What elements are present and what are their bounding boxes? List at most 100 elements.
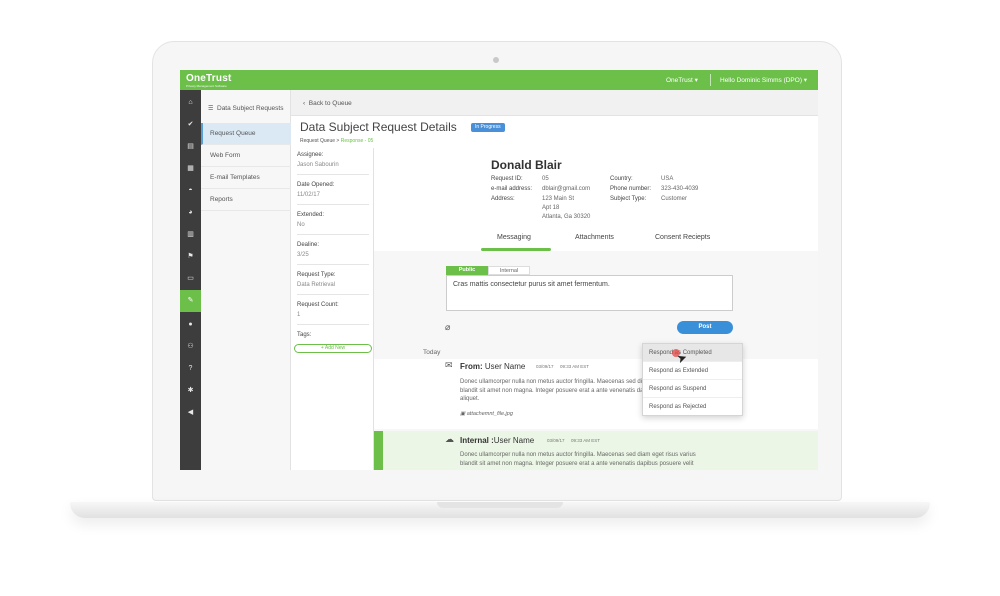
message-card: ✉ From: User Name 03/09/17 09:33 AM EST … [374, 359, 818, 429]
assignee-label: Assignee: [297, 152, 324, 158]
status-badge: In Progress [471, 123, 505, 132]
request-id-value: 05 [542, 176, 549, 182]
org-menu[interactable]: OneTrust ▾ [666, 76, 698, 84]
top-bar: OneTrust Privacy Management Software One… [180, 70, 818, 90]
request-id-label: Request ID: [491, 176, 523, 182]
paperclip-icon[interactable]: ⌀ [445, 322, 450, 333]
country-value: USA [661, 176, 674, 182]
home-icon[interactable]: ⌂ [180, 92, 201, 114]
deadline-value: 3/25 [297, 252, 309, 258]
date-opened-label: Date Opened: [297, 182, 335, 188]
flag-icon[interactable]: ⚑ [180, 246, 201, 268]
country-label: Country: [610, 176, 633, 182]
camera-dot [493, 57, 499, 63]
attachment-link[interactable]: ▣ attachemnt_file.jpg [460, 411, 513, 417]
logo-tagline: Privacy Management Software [186, 84, 227, 88]
sidebar-item-email-templates[interactable]: E-mail Templates [201, 167, 291, 189]
laptop-notch [437, 502, 563, 508]
divider [297, 264, 369, 265]
respond-rejected-option[interactable]: Respond as Rejected [643, 398, 742, 416]
help-icon[interactable]: ? [180, 358, 201, 380]
message-time: 09:33 AM EST [571, 438, 601, 443]
respond-dropdown: Respond as Completed Respond as Extended… [642, 343, 743, 416]
sidebar: ☰ Data Subject Requests Request Queue We… [201, 90, 291, 470]
sender-prefix: Internal : [460, 436, 494, 445]
extended-value: No [297, 222, 305, 228]
internal-toggle[interactable]: Internal [488, 266, 530, 275]
settings-icon[interactable]: ✱ [180, 380, 201, 402]
chat-bubble-icon: ☁ [445, 434, 454, 444]
check-icon[interactable]: ✔ [180, 114, 201, 136]
user-menu-label: Hello Dominic Simms (DPO) [720, 77, 802, 84]
request-count-label: Request Count: [297, 302, 339, 308]
internal-message-card: ☁ Internal :User Name 03/09/17 09:33 AM … [374, 431, 818, 470]
add-tag-button[interactable]: + Add New [294, 344, 372, 353]
message-time: 09:33 AM EST [560, 364, 590, 369]
sidebar-item-web-form[interactable]: Web Form [201, 145, 291, 167]
tool-icon[interactable]: ✎ [180, 290, 201, 312]
message-input[interactable]: Cras mattis consectetur purus sit amet f… [446, 275, 733, 311]
breadcrumb: Request Queue > Response - 05 [300, 138, 373, 144]
user-icon[interactable]: ● [180, 314, 201, 336]
post-button[interactable]: Post [677, 321, 733, 334]
envelope-icon: ✉ [445, 360, 453, 370]
sender-prefix: From: [460, 362, 483, 371]
subject-type-label: Subject Type: [610, 196, 647, 202]
sidebar-item-reports[interactable]: Reports [201, 189, 291, 211]
app-logo[interactable]: OneTrust [186, 73, 232, 84]
deadline-label: Dealine: [297, 242, 320, 248]
users-icon[interactable]: ⚇ [180, 336, 201, 358]
grid-icon[interactable]: ▦ [180, 158, 201, 180]
tags-label: Tags: [297, 332, 312, 338]
org-menu-label: OneTrust [666, 77, 693, 84]
breadcrumb-root[interactable]: Request Queue [300, 138, 335, 144]
message-sender: Internal :User Name [460, 436, 534, 445]
pie-chart-icon[interactable]: ◕ [180, 202, 201, 224]
tab-messaging[interactable]: Messaging [497, 234, 531, 241]
megaphone-icon[interactable]: ◀ [180, 402, 201, 424]
table-icon[interactable]: ▥ [180, 224, 201, 246]
request-details-panel: Assignee: Jason Sabourin Date Opened: 11… [291, 148, 374, 470]
chevron-left-icon: ‹ [303, 100, 306, 107]
phone-label: Phone number: [610, 186, 652, 192]
caret-down-icon: ▾ [803, 77, 808, 84]
sidebar-header: ☰ Data Subject Requests [201, 90, 291, 122]
back-label: Back to Queue [308, 100, 352, 107]
respond-suspend-option[interactable]: Respond as Suspend [643, 380, 742, 398]
message-date: 03/09/17 [536, 364, 554, 369]
sender-name: User Name [493, 436, 535, 445]
divider [297, 174, 369, 175]
active-tab-indicator [481, 248, 551, 251]
back-to-queue-link[interactable]: ‹ Back to Queue [303, 100, 352, 107]
breadcrumb-separator: > [336, 138, 340, 144]
public-toggle[interactable]: Public [446, 266, 488, 275]
gauge-icon[interactable]: ◓ [180, 180, 201, 202]
sender-name: User Name [484, 362, 526, 371]
assignee-value[interactable]: Jason Sabourin [297, 162, 339, 168]
folder-icon[interactable]: ▭ [180, 268, 201, 290]
tab-consent-receipts[interactable]: Consent Reciepts [655, 234, 710, 241]
document-icon[interactable]: ▤ [180, 136, 201, 158]
email-label: e-mail address: [491, 186, 533, 192]
icon-rail: ⌂ ✔ ▤ ▦ ◓ ◕ ▥ ⚑ ▭ ✎ ● ⚇ ? ✱ ◀ [180, 90, 201, 470]
top-divider [710, 74, 711, 86]
page-title: Data Subject Request Details [300, 120, 457, 134]
request-type-value: Data Retrieval [297, 282, 336, 288]
tab-attachments[interactable]: Attachments [575, 234, 614, 241]
respond-extended-option[interactable]: Respond as Extended [643, 362, 742, 380]
request-count-value: 1 [297, 312, 301, 318]
user-menu[interactable]: Hello Dominic Simms (DPO) ▾ [720, 76, 807, 84]
phone-value: 323-430-4039 [661, 186, 699, 192]
sidebar-item-request-queue[interactable]: Request Queue [201, 123, 291, 145]
extended-label: Extended: [297, 212, 325, 218]
message-date: 03/09/17 [547, 438, 565, 443]
divider [297, 204, 369, 205]
address-line-1: 123 Main St [542, 196, 575, 202]
subject-type-value: Customer [661, 196, 688, 202]
divider [297, 234, 369, 235]
respond-completed-option[interactable]: Respond as Completed [643, 344, 742, 362]
message-body: Donec ullamcorper nulla non metus auctor… [460, 451, 735, 468]
requester-name: Donald Blair [491, 158, 562, 172]
email-value[interactable]: dblair@gmail.com [542, 186, 590, 192]
message-sender: From: User Name [460, 362, 525, 371]
